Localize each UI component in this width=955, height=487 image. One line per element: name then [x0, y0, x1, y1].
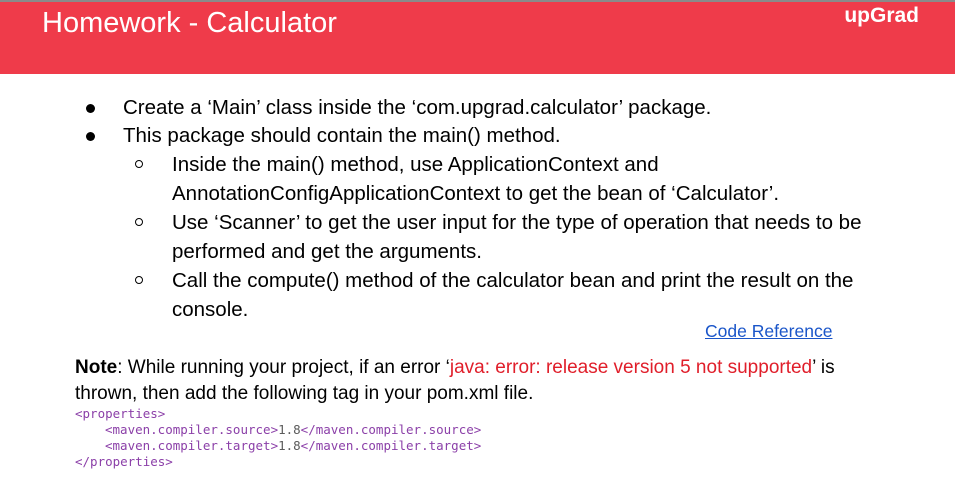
- bullet-list: Create a ‘Main’ class inside the ‘com.up…: [0, 94, 955, 150]
- note-text-before: : While running your project, if an erro…: [117, 357, 450, 378]
- sub-bullet-list: Inside the main() method, use Applicatio…: [0, 150, 955, 324]
- sub-bullet-text: Inside the main() method, use Applicatio…: [172, 153, 780, 205]
- code-tag: <maven.compiler.target>: [105, 438, 279, 453]
- slide-header: Homework - Calculator upGrad: [0, 2, 955, 74]
- code-tag: <maven.compiler.source>: [105, 422, 279, 437]
- sub-bullet-text: Use ‘Scanner’ to get the user input for …: [172, 211, 862, 263]
- upgrad-logo: upGrad: [844, 4, 919, 27]
- bullet-text: This package should contain the main() m…: [123, 124, 561, 147]
- pom-code-block: <properties> <maven.compiler.source>1.8</…: [75, 406, 481, 470]
- code-line-target: <maven.compiler.target>1.8</maven.compil…: [75, 438, 481, 454]
- bullet-dot-icon: [86, 104, 95, 113]
- bullet-ring-icon: [135, 276, 143, 284]
- bullet-item: This package should contain the main() m…: [0, 122, 955, 150]
- slide-title: Homework - Calculator: [42, 7, 337, 39]
- bullet-item: Create a ‘Main’ class inside the ‘com.up…: [0, 94, 955, 122]
- code-tag: </maven.compiler.source>: [300, 422, 482, 437]
- sub-bullet-item: Use ‘Scanner’ to get the user input for …: [0, 208, 902, 266]
- bullet-ring-icon: [135, 160, 143, 168]
- code-tag: </maven.compiler.target>: [300, 438, 482, 453]
- code-line-source: <maven.compiler.source>1.8</maven.compil…: [75, 422, 481, 438]
- code-value: 1.8: [278, 438, 301, 453]
- code-value: 1.8: [278, 422, 301, 437]
- sub-bullet-item: Call the compute() method of the calcula…: [0, 266, 902, 324]
- bullet-ring-icon: [135, 218, 143, 226]
- note-label: Note: [75, 357, 118, 378]
- slide-content: Create a ‘Main’ class inside the ‘com.up…: [0, 94, 955, 324]
- code-reference-link[interactable]: Code Reference: [705, 321, 832, 342]
- sub-bullet-text: Call the compute() method of the calcula…: [172, 269, 854, 321]
- note-paragraph: Note: While running your project, if an …: [75, 355, 875, 407]
- error-message: java: error: release version 5 not suppo…: [449, 357, 813, 378]
- bullet-text: Create a ‘Main’ class inside the ‘com.up…: [123, 96, 712, 119]
- code-line-properties-close: </properties>: [75, 454, 173, 469]
- sub-bullet-item: Inside the main() method, use Applicatio…: [0, 150, 902, 208]
- bullet-dot-icon: [86, 132, 95, 141]
- code-line-properties-open: <properties>: [75, 406, 166, 421]
